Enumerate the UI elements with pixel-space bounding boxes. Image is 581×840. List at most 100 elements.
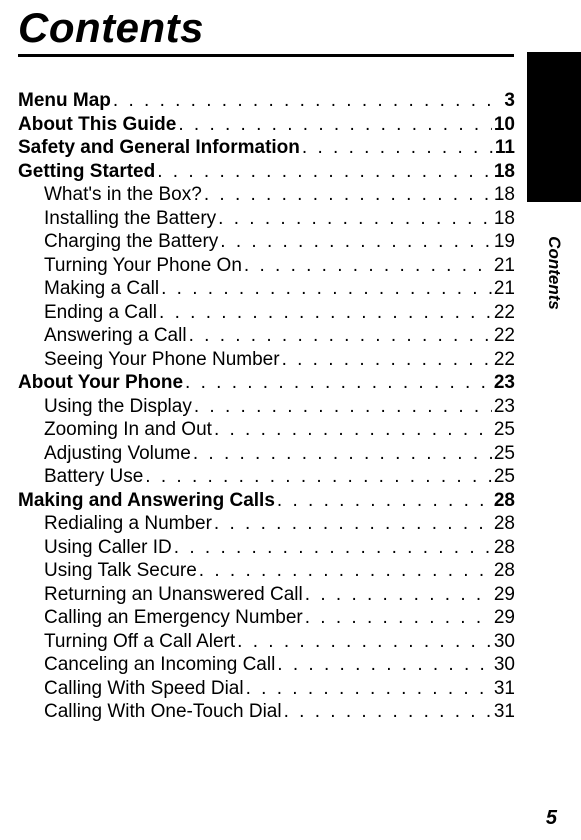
toc-page-number: 31 — [492, 679, 515, 698]
toc-leader-dots — [212, 514, 492, 533]
toc-page-number: 18 — [492, 185, 515, 204]
toc-label: Zooming In and Out — [18, 420, 212, 439]
toc-label: Adjusting Volume — [18, 444, 191, 463]
toc-row: Safety and General Information 11 — [18, 138, 515, 157]
toc-page-number: 3 — [502, 91, 515, 110]
toc-label: Ending a Call — [18, 303, 157, 322]
toc-label: Menu Map — [18, 91, 111, 110]
toc-label: Calling With One-Touch Dial — [18, 702, 282, 721]
toc-leader-dots — [159, 279, 492, 298]
toc-leader-dots — [280, 350, 492, 369]
side-tab — [527, 52, 581, 202]
toc-leader-dots — [111, 91, 503, 110]
toc-label: Turning Off a Call Alert — [18, 632, 235, 651]
toc-page-number: 31 — [492, 702, 515, 721]
toc-label: Seeing Your Phone Number — [18, 350, 280, 369]
toc-leader-dots — [157, 303, 492, 322]
toc-label: Safety and General Information — [18, 138, 300, 157]
side-label-text: Contents — [544, 236, 564, 310]
toc-row: Making a Call21 — [18, 279, 515, 298]
toc-page-number: 25 — [492, 420, 515, 439]
toc-row: Answering a Call22 — [18, 326, 515, 345]
toc-leader-dots — [197, 561, 492, 580]
toc-page-number: 29 — [492, 585, 515, 604]
toc-row: Seeing Your Phone Number 22 — [18, 350, 515, 369]
toc-page-number: 10 — [492, 115, 515, 134]
toc-leader-dots — [183, 373, 492, 392]
toc-label: Calling an Emergency Number — [18, 608, 303, 627]
toc-leader-dots — [244, 679, 492, 698]
toc-leader-dots — [242, 256, 492, 275]
toc-leader-dots — [303, 585, 492, 604]
toc-leader-dots — [192, 397, 492, 416]
toc-label: Answering a Call — [18, 326, 187, 345]
toc-row: Using the Display 23 — [18, 397, 515, 416]
toc-leader-dots — [143, 467, 492, 486]
toc-leader-dots — [191, 444, 492, 463]
toc-list: Menu Map 3 About This Guide 10 Safety and Ge… — [18, 91, 515, 721]
toc-page-number: 23 — [492, 397, 515, 416]
toc-row: Battery Use25 — [18, 467, 515, 486]
toc-leader-dots — [218, 232, 492, 251]
toc-row: About This Guide 10 — [18, 115, 515, 134]
toc-row: About Your Phone 23 — [18, 373, 515, 392]
toc-row: Turning Off a Call Alert 30 — [18, 632, 515, 651]
toc-page-number: 21 — [492, 279, 515, 298]
toc-label: Charging the Battery — [18, 232, 218, 251]
toc-leader-dots — [202, 185, 492, 204]
toc-leader-dots — [235, 632, 492, 651]
toc-row: Calling an Emergency Number 29 — [18, 608, 515, 627]
toc-label: About Your Phone — [18, 373, 183, 392]
toc-row: Adjusting Volume 25 — [18, 444, 515, 463]
toc-page-number: 29 — [492, 608, 515, 627]
toc-label: Using Talk Secure — [18, 561, 197, 580]
toc-label: Redialing a Number — [18, 514, 212, 533]
toc-row: Installing the Battery 18 — [18, 209, 515, 228]
toc-row: Using Talk Secure28 — [18, 561, 515, 580]
toc-row: Ending a Call22 — [18, 303, 515, 322]
toc-row: Menu Map 3 — [18, 91, 515, 110]
toc-label: What's in the Box? — [18, 185, 202, 204]
toc-page-number: 18 — [492, 209, 515, 228]
toc-page-number: 11 — [493, 138, 515, 157]
toc-page-number: 23 — [492, 373, 515, 392]
toc-leader-dots — [275, 491, 492, 510]
toc-page-number: 30 — [492, 632, 515, 651]
toc-page-number: 30 — [492, 655, 515, 674]
toc-leader-dots — [303, 608, 492, 627]
toc-leader-dots — [275, 655, 492, 674]
toc-row: Getting Started18 — [18, 162, 515, 181]
toc-label: Using the Display — [18, 397, 192, 416]
toc-label: About This Guide — [18, 115, 176, 134]
page-title: Contents — [18, 0, 545, 52]
toc-row: Charging the Battery19 — [18, 232, 515, 251]
toc-label: Canceling an Incoming Call — [18, 655, 275, 674]
toc-leader-dots — [176, 115, 492, 134]
toc-row: Redialing a Number28 — [18, 514, 515, 533]
toc-leader-dots — [216, 209, 492, 228]
toc-row: Using Caller ID 28 — [18, 538, 515, 557]
toc-page-number: 18 — [492, 162, 515, 181]
toc-page-number: 28 — [492, 538, 515, 557]
toc-leader-dots — [187, 326, 492, 345]
toc-label: Calling With Speed Dial — [18, 679, 244, 698]
toc-leader-dots — [212, 420, 492, 439]
page: Contents Contents Menu Map 3 About This Gu… — [0, 0, 581, 840]
title-rule — [18, 54, 514, 57]
toc-page-number: 22 — [492, 350, 515, 369]
toc-page-number: 25 — [492, 444, 515, 463]
toc-row: Returning an Unanswered Call29 — [18, 585, 515, 604]
toc-row: Turning Your Phone On21 — [18, 256, 515, 275]
toc-page-number: 28 — [492, 491, 515, 510]
toc-label: Installing the Battery — [18, 209, 216, 228]
toc-leader-dots — [172, 538, 492, 557]
footer-page-number: 5 — [546, 807, 557, 830]
toc-label: Using Caller ID — [18, 538, 172, 557]
toc-label: Making and Answering Calls — [18, 491, 275, 510]
toc-row: Calling With One-Touch Dial 31 — [18, 702, 515, 721]
toc-row: Making and Answering Calls 28 — [18, 491, 515, 510]
toc-leader-dots — [155, 162, 492, 181]
toc-row: Zooming In and Out 25 — [18, 420, 515, 439]
toc-row: Canceling an Incoming Call 30 — [18, 655, 515, 674]
side-label: Contents — [527, 213, 581, 333]
